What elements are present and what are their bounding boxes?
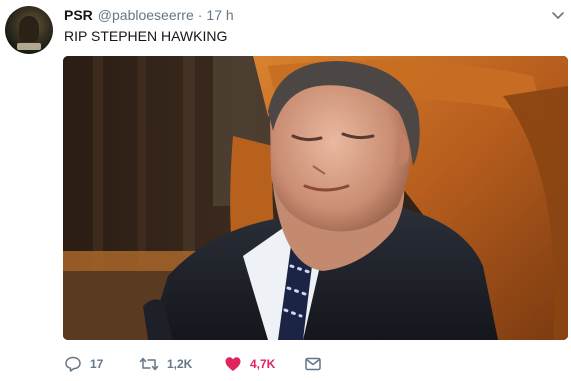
separator-dot: · (197, 7, 203, 23)
author-handle[interactable]: @pabloeseerre (98, 7, 194, 23)
tweet-header: PSR @pabloeseerre · 17 h (64, 7, 234, 25)
retweet-button[interactable]: 1,2K (139, 354, 192, 374)
photo-illustration (63, 56, 568, 340)
tweet-actions: 17 1,2K 4,7K (64, 354, 364, 374)
reply-button[interactable]: 17 (64, 354, 103, 374)
caret-down-icon[interactable] (552, 11, 564, 21)
retweet-count: 1,2K (167, 357, 193, 371)
heart-icon (225, 357, 241, 371)
tweet-text: RIP STEPHEN HAWKING (64, 28, 228, 44)
like-button[interactable]: 4,7K (224, 354, 275, 374)
tweet[interactable]: PSR @pabloeseerre · 17 h RIP STEPHEN HAW… (0, 0, 571, 381)
timestamp[interactable]: 17 h (206, 7, 233, 23)
reply-icon (65, 356, 81, 372)
like-count: 4,7K (250, 357, 276, 371)
tweet-photo[interactable] (63, 56, 568, 340)
avatar[interactable] (5, 6, 53, 54)
message-icon (305, 357, 321, 371)
retweet-icon (139, 357, 159, 371)
author-name[interactable]: PSR (64, 7, 93, 23)
direct-message-button[interactable] (304, 354, 322, 374)
reply-count: 17 (90, 357, 104, 371)
